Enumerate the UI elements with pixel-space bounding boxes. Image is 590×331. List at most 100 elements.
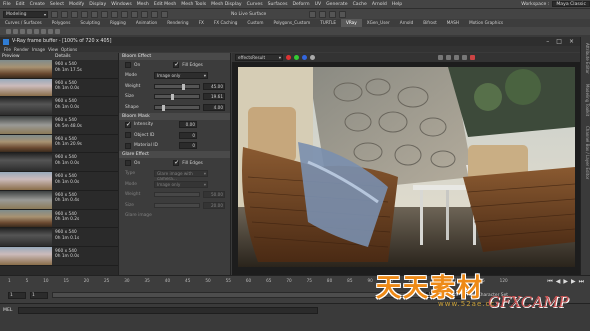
glare-fill-edges-checkbox[interactable] (173, 159, 179, 167)
menu-display[interactable]: Display (89, 2, 106, 7)
menu-cache[interactable]: Cache (353, 2, 367, 7)
undo-icon[interactable] (81, 10, 88, 18)
glare-weight-slider[interactable] (154, 192, 200, 198)
menu-generate[interactable]: Generate (326, 2, 347, 7)
mel-label[interactable]: MEL (3, 308, 12, 313)
shelf-tab[interactable]: FX (194, 19, 209, 27)
history-row[interactable]: 960 x 540 0h 1m 17.5s (0, 60, 118, 79)
bloom-weight-slider[interactable] (154, 83, 200, 90)
shelf-tool-icon[interactable] (27, 28, 32, 34)
shelf-tab[interactable]: Rigging (105, 19, 131, 27)
vfb-menu-image[interactable]: Image (32, 47, 45, 52)
close-icon[interactable]: × (569, 38, 574, 45)
history-row[interactable]: 960 x 540 0h 1m 0.4s (0, 190, 118, 210)
bloom-fill-edges-checkbox[interactable] (173, 61, 179, 69)
range-start-field[interactable]: 1 (30, 291, 48, 299)
shelf-tab[interactable]: Arnold (395, 19, 419, 27)
hypershade-icon[interactable] (339, 10, 347, 18)
blue-channel-icon[interactable] (302, 55, 307, 60)
bloom-effect-header[interactable]: Bloom Effect (119, 53, 230, 60)
menu-create[interactable]: Create (30, 2, 45, 7)
bloom-size-field[interactable]: 19.61 (203, 93, 225, 101)
material-id-field[interactable]: 0 (179, 142, 197, 150)
menu-help[interactable]: Help (392, 2, 402, 7)
history-row[interactable]: 960 x 540 0h 1m 0.1s (0, 228, 118, 247)
shelf-tool-icon[interactable] (6, 28, 11, 34)
shelf-tool-icon[interactable] (20, 28, 25, 34)
attribute-editor-tab[interactable]: Attribute Editor (581, 43, 590, 74)
shelf-tool-icon[interactable] (55, 28, 60, 34)
play-icon[interactable]: ▶ (563, 278, 568, 286)
glare-size-field[interactable]: 20.00 (203, 201, 225, 209)
stop-render-icon[interactable] (462, 55, 467, 60)
glare-effect-header[interactable]: Glare Effect (119, 151, 230, 158)
snap-grid-icon[interactable] (131, 10, 138, 18)
start-frame-field[interactable]: 1 (8, 291, 26, 299)
shelf-tool-icon[interactable] (34, 28, 39, 34)
menu-file[interactable]: File (3, 2, 11, 7)
menu-edit-mesh[interactable]: Edit Mesh (154, 2, 176, 7)
intensity-field[interactable]: 0.00 (179, 121, 197, 129)
glare-weight-field[interactable]: 50.00 (203, 191, 225, 199)
history-row[interactable]: 960 x 540 0h 1m 20.9s (0, 134, 118, 154)
snap-point-icon[interactable] (151, 10, 158, 18)
shelf-tab[interactable]: Polygons_Custom (268, 19, 315, 27)
shelf-tab[interactable]: XGen_User (362, 19, 395, 27)
open-scene-icon[interactable] (61, 10, 68, 18)
select-component-icon[interactable] (121, 10, 128, 18)
history-row[interactable]: 960 x 540 0h 1m 0.0s (0, 172, 118, 191)
ipr-render-icon[interactable] (319, 10, 327, 18)
render-button-icon[interactable] (470, 55, 475, 60)
shelf-tab[interactable]: Bifrost (418, 19, 442, 27)
menu-deform[interactable]: Deform (293, 2, 310, 7)
vfb-menu-options[interactable]: Options (61, 47, 77, 52)
object-id-field[interactable]: 0 (179, 131, 197, 139)
snap-surface-icon[interactable] (161, 10, 168, 18)
bloom-size-slider[interactable] (154, 94, 200, 101)
bloom-shape-field[interactable]: 4.00 (203, 103, 225, 111)
shelf-tab[interactable]: MASH (442, 19, 464, 27)
material-id-checkbox[interactable] (125, 142, 131, 149)
menu-curves[interactable]: Curves (247, 2, 263, 7)
step-forward-icon[interactable]: ▶ (571, 278, 576, 286)
object-id-checkbox[interactable] (125, 132, 131, 139)
shelf-tab-vray[interactable]: VRay (340, 19, 362, 27)
minimize-icon[interactable]: – (546, 38, 549, 45)
save-image-icon[interactable] (438, 55, 443, 60)
shelf-tool-icon[interactable] (48, 28, 53, 34)
shelf-tab[interactable]: Sculpting (75, 19, 105, 27)
bloom-shape-knob[interactable] (162, 104, 166, 111)
history-row[interactable]: 960 x 540 0h 1m 0.0s (0, 97, 118, 117)
history-row[interactable]: 960 x 540 0h 1m 0.2s (0, 209, 118, 229)
shelf-tool-icon[interactable] (13, 28, 18, 34)
command-input[interactable] (18, 307, 318, 314)
glare-size-slider[interactable] (154, 202, 200, 208)
snap-curve-icon[interactable] (141, 10, 148, 18)
menu-select[interactable]: Select (50, 2, 64, 7)
menu-uv[interactable]: UV (315, 2, 322, 7)
redo-icon[interactable] (91, 10, 98, 18)
shelf-tab[interactable]: TURTLE (315, 19, 341, 27)
red-channel-icon[interactable] (286, 55, 291, 60)
select-object-icon[interactable] (111, 10, 118, 18)
shelf-tool-icon[interactable] (41, 28, 46, 34)
bloom-shape-slider[interactable] (154, 104, 200, 111)
maximize-icon[interactable]: □ (556, 38, 562, 45)
shelf-tab[interactable]: Custom (242, 19, 268, 27)
save-scene-icon[interactable] (71, 10, 78, 18)
vfb-titlebar[interactable]: V-Ray frame buffer - [100% of 720 x 405]… (0, 37, 580, 46)
clear-image-icon[interactable] (446, 55, 451, 60)
bloom-weight-field[interactable]: 45.00 (203, 82, 225, 90)
channel-box-tab[interactable]: Channel Box / Layer Editor (581, 126, 590, 179)
history-row[interactable]: 960 x 540 0h 1m 0.0s (0, 246, 118, 266)
shelf-tab[interactable]: Curves / Surfaces (0, 19, 47, 27)
shelf-tab[interactable]: FX Caching (209, 19, 243, 27)
menu-surfaces[interactable]: Surfaces (268, 2, 288, 7)
menu-arnold[interactable]: Arnold (372, 2, 387, 7)
select-hierarchy-icon[interactable] (101, 10, 108, 18)
menu-set-select[interactable]: Modeling (3, 10, 48, 18)
go-to-start-icon[interactable]: ⏮ (547, 278, 552, 286)
bloom-on-checkbox[interactable] (125, 62, 131, 69)
vfb-menu-file[interactable]: File (4, 47, 11, 52)
glare-on-checkbox[interactable] (125, 160, 131, 167)
